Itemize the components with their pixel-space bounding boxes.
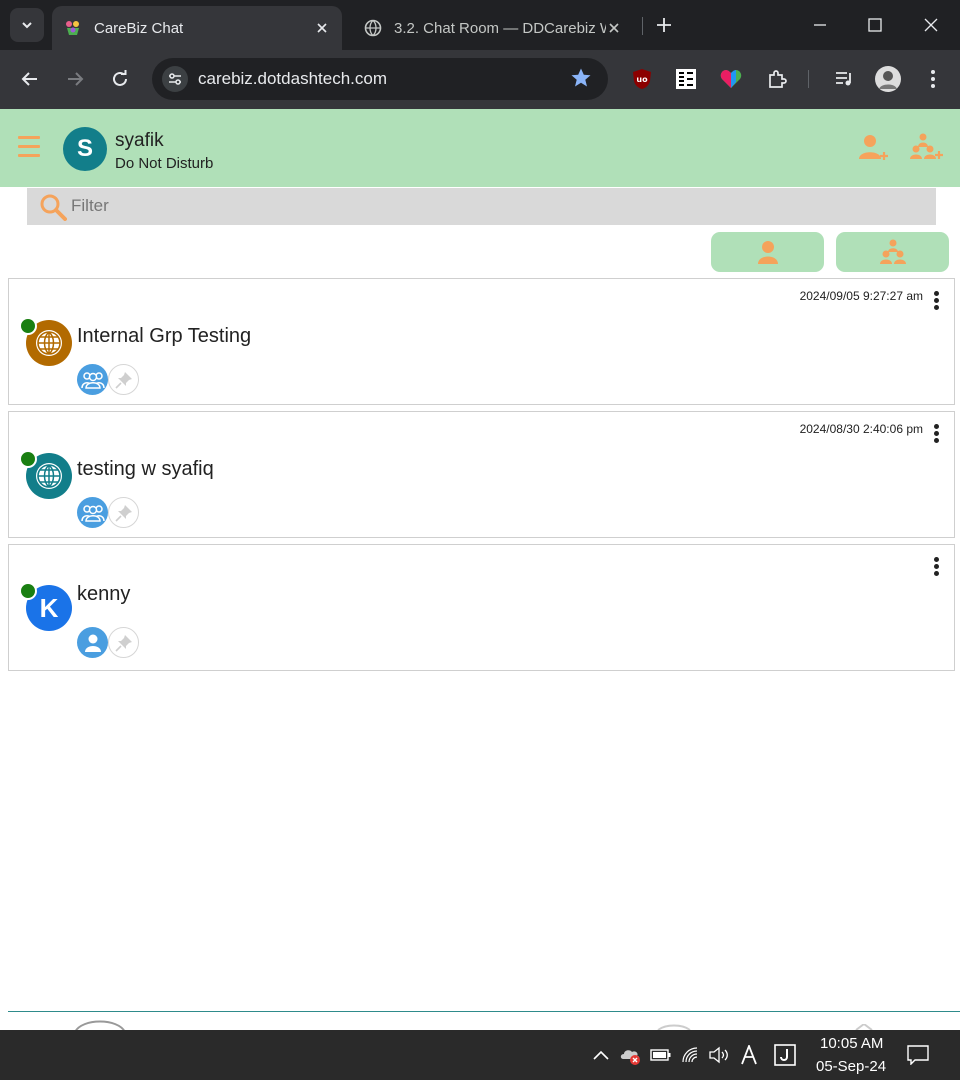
plus-icon [657, 18, 671, 32]
chat-list-item[interactable]: 2024/09/05 9:27:27 am Internal Grp Testi… [8, 278, 955, 405]
add-contact-icon[interactable] [857, 132, 891, 162]
show-hidden-icons-chevron-icon[interactable] [590, 1044, 612, 1066]
tab-close-icon[interactable] [314, 20, 330, 36]
maximize-icon [868, 18, 882, 32]
bookmark-star-icon[interactable] [570, 67, 592, 89]
more-options-icon[interactable] [930, 291, 942, 313]
clock-date[interactable]: 05-Sep-24 [816, 1058, 886, 1075]
pin-icon [114, 634, 132, 652]
filter-individual-button[interactable] [711, 232, 824, 272]
ublock-extension-icon[interactable]: uo [629, 66, 655, 92]
pin-chat-button[interactable] [108, 364, 139, 395]
tab-carebiz-chat[interactable]: CareBiz Chat [52, 6, 342, 50]
chat-name: testing w syafiq [77, 458, 214, 480]
minimize-icon [814, 24, 826, 26]
online-status-dot [19, 450, 37, 468]
chevron-down-icon [22, 22, 32, 29]
online-status-dot [19, 317, 37, 335]
browser-toolbar: carebiz.dotdashtech.com uo [0, 50, 960, 109]
tab-close-icon[interactable] [606, 20, 622, 36]
filter-input[interactable] [71, 196, 871, 216]
individual-chat-badge [77, 627, 108, 658]
pin-chat-button[interactable] [108, 627, 139, 658]
online-status-dot [19, 582, 37, 600]
app-header: S syafik Do Not Disturb [0, 109, 960, 187]
person-icon [84, 634, 101, 652]
site-settings-icon[interactable] [162, 66, 188, 92]
tab-title: CareBiz Chat [94, 19, 184, 37]
pin-icon [114, 371, 132, 389]
browser-tabstrip: CareBiz Chat 3.2. Chat Room — DDCarebiz … [0, 0, 960, 50]
chat-name: kenny [77, 583, 131, 605]
close-icon [924, 18, 938, 32]
svg-text:uo: uo [636, 75, 648, 84]
notification-center-icon[interactable] [907, 1044, 929, 1066]
tab-title: 3.2. Chat Room — DDCarebiz W [394, 19, 606, 37]
user-status: Do Not Disturb [115, 155, 214, 172]
globe-icon [36, 463, 62, 489]
carebiz-favicon-icon [66, 21, 79, 35]
profile-avatar[interactable] [874, 65, 902, 93]
chat-timestamp: 2024/08/30 2:40:06 pm [799, 422, 923, 436]
url-text: carebiz.dotdashtech.com [198, 69, 387, 88]
group-icon [80, 504, 105, 522]
battery-icon[interactable] [650, 1044, 672, 1066]
windows-taskbar: 10:05 AM 05-Sep-24 [0, 1030, 960, 1080]
volume-icon[interactable] [708, 1044, 730, 1066]
chat-list-item[interactable]: 2024/08/30 2:40:06 pm testing w syafiq [8, 411, 955, 538]
globe-icon [36, 330, 62, 356]
add-group-icon[interactable] [909, 132, 943, 162]
reload-icon [113, 70, 127, 86]
group-icon [80, 371, 105, 389]
filter-group-button[interactable] [836, 232, 949, 272]
extensions-puzzle-icon[interactable] [764, 66, 790, 92]
arrow-right-icon [68, 72, 84, 86]
user-name: syafik [115, 130, 164, 151]
pin-chat-button[interactable] [108, 497, 139, 528]
person-icon [757, 241, 778, 264]
group-icon [879, 239, 906, 264]
address-bar[interactable]: carebiz.dotdashtech.com [152, 58, 608, 100]
filter-bar [27, 188, 936, 225]
toolbar-divider [808, 70, 809, 88]
chat-name: Internal Grp Testing [77, 325, 252, 347]
app-tray-icon[interactable] [774, 1044, 796, 1066]
pin-icon [114, 504, 132, 522]
more-options-icon[interactable] [930, 424, 942, 446]
maximize-button[interactable] [860, 10, 890, 40]
onedrive-error-icon[interactable] [620, 1044, 642, 1066]
chat-timestamp: 2024/09/05 9:27:27 am [799, 289, 923, 303]
tab-search-button[interactable] [10, 8, 44, 42]
forward-button[interactable] [60, 64, 90, 94]
group-chat-badge [77, 497, 108, 528]
reload-button[interactable] [105, 64, 135, 94]
search-icon [40, 194, 67, 221]
hamburger-menu-icon[interactable] [18, 136, 40, 160]
tab-chat-room-docs[interactable]: 3.2. Chat Room — DDCarebiz W [352, 6, 634, 50]
minimize-button[interactable] [805, 10, 835, 40]
new-tab-button[interactable] [652, 13, 676, 37]
clock-time[interactable]: 10:05 AM [820, 1035, 883, 1052]
bottom-nav [0, 1012, 960, 1032]
media-controls-icon[interactable] [831, 66, 857, 92]
globe-icon [364, 19, 382, 37]
close-window-button[interactable] [916, 10, 946, 40]
group-chat-badge [77, 364, 108, 395]
heart-extension-icon[interactable] [718, 66, 744, 92]
more-options-icon[interactable] [930, 557, 942, 579]
chat-list-item[interactable]: K kenny [8, 544, 955, 671]
user-avatar[interactable]: S [63, 127, 107, 171]
reader-extension-icon[interactable] [673, 66, 699, 92]
tab-divider [642, 17, 643, 35]
back-button[interactable] [15, 64, 45, 94]
wifi-icon[interactable] [680, 1044, 702, 1066]
browser-menu-icon[interactable] [920, 66, 946, 92]
arrow-left-icon [21, 72, 37, 86]
input-indicator-icon[interactable] [738, 1044, 760, 1066]
